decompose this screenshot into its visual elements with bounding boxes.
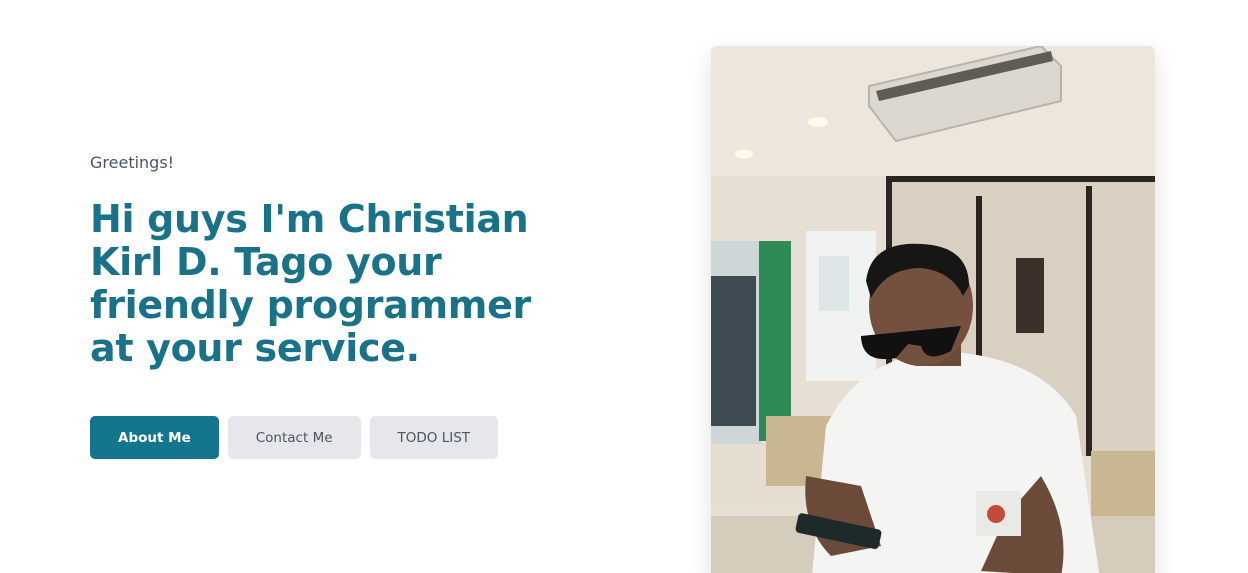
hero-headline: Hi guys I'm Christian Kirl D. Tago your … xyxy=(90,197,531,370)
todo-list-button[interactable]: TODO LIST xyxy=(369,416,499,459)
about-me-button[interactable]: About Me xyxy=(90,416,219,459)
greeting-text: Greetings! xyxy=(90,153,175,172)
hero-section: Greetings! Hi guys I'm Christian Kirl D.… xyxy=(90,150,570,459)
landing-page: Greetings! Hi guys I'm Christian Kirl D.… xyxy=(0,0,1248,573)
profile-photo xyxy=(711,46,1155,573)
contact-me-button[interactable]: Contact Me xyxy=(227,416,361,459)
hero-buttons: About Me Contact Me TODO LIST xyxy=(90,416,570,459)
